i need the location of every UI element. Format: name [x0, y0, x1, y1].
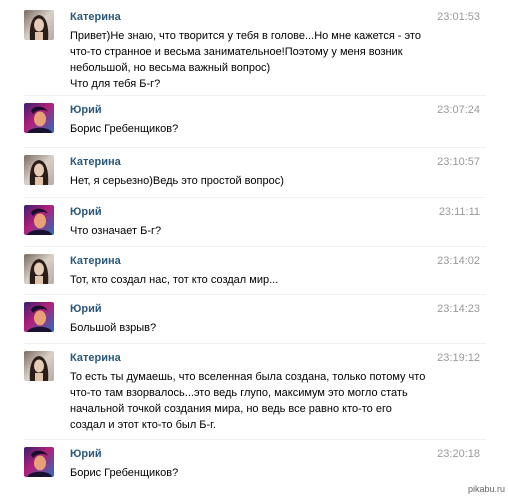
- watermark: pikabu.ru: [467, 484, 505, 494]
- author-name[interactable]: Катерина: [70, 254, 121, 268]
- author-name[interactable]: Катерина: [70, 155, 121, 169]
- message-line: небольшой, но весьма важный вопрос): [70, 62, 271, 74]
- author-name[interactable]: Юрий: [70, 205, 102, 219]
- yuri-avatar[interactable]: [24, 447, 54, 477]
- message-divider: [24, 197, 486, 198]
- message-line: То есть ты думаешь, что вселенная была с…: [70, 371, 426, 383]
- message-line: Тот, кто создал нас, тот кто создал мир.…: [70, 274, 279, 286]
- message-line: Привет)Не знаю, что творится у тебя в го…: [70, 30, 421, 42]
- message-divider: [24, 147, 486, 148]
- katerina-avatar[interactable]: [24, 351, 54, 381]
- message-text: Большой взрыв?: [70, 320, 426, 336]
- message-line: Борис Гребенщиков?: [70, 467, 179, 479]
- message-line: начальной точкой создания мира, но ведь …: [70, 403, 392, 415]
- katerina-avatar[interactable]: [24, 10, 54, 40]
- katerina-avatar[interactable]: [24, 254, 54, 284]
- author-name[interactable]: Юрий: [70, 302, 102, 316]
- message-line: Большой взрыв?: [70, 322, 157, 334]
- message-text: Привет)Не знаю, что творится у тебя в го…: [70, 28, 426, 92]
- message-time: 23:10:57: [437, 156, 480, 168]
- message-time: 23:01:53: [437, 11, 480, 23]
- message-time: 23:14:02: [437, 255, 480, 267]
- message-text: Борис Гребенщиков?: [70, 465, 426, 481]
- message-line: что-то там взорвалось...это ведь глупо, …: [70, 387, 408, 399]
- message-divider: [24, 343, 486, 344]
- message-text: Тот, кто создал нас, тот кто создал мир.…: [70, 272, 426, 288]
- message-divider: [24, 439, 486, 440]
- author-name[interactable]: Катерина: [70, 10, 121, 24]
- author-name[interactable]: Катерина: [70, 351, 121, 365]
- message-line: создал и этот кто-то был Б-г.: [70, 419, 216, 431]
- message-time: 23:14:23: [437, 303, 480, 315]
- message-time: 23:20:18: [437, 448, 480, 460]
- katerina-avatar[interactable]: [24, 155, 54, 185]
- message-text: То есть ты думаешь, что вселенная была с…: [70, 369, 426, 433]
- author-name[interactable]: Юрий: [70, 103, 102, 117]
- yuri-avatar[interactable]: [24, 302, 54, 332]
- author-name[interactable]: Юрий: [70, 447, 102, 461]
- message-line: Что для тебя Б-г?: [70, 78, 161, 90]
- message-divider: [24, 246, 486, 247]
- message-text: Что означает Б-г?: [70, 223, 426, 239]
- message-divider: [24, 294, 486, 295]
- message-line: Борис Гребенщиков?: [70, 123, 179, 135]
- message-line: Что означает Б-г?: [70, 225, 162, 237]
- message-time: 23:11:11: [438, 206, 480, 218]
- message-line: что-то странное и весьма занимательное!П…: [70, 46, 403, 58]
- yuri-avatar[interactable]: [24, 205, 54, 235]
- yuri-avatar[interactable]: [24, 103, 54, 133]
- message-text: Нет, я серьезно)Ведь это простой вопрос): [70, 173, 426, 189]
- message-text: Борис Гребенщиков?: [70, 121, 426, 137]
- message-divider: [24, 95, 486, 96]
- message-time: 23:07:24: [437, 104, 480, 116]
- message-line: Нет, я серьезно)Ведь это простой вопрос): [70, 175, 284, 187]
- message-time: 23:19:12: [437, 352, 480, 364]
